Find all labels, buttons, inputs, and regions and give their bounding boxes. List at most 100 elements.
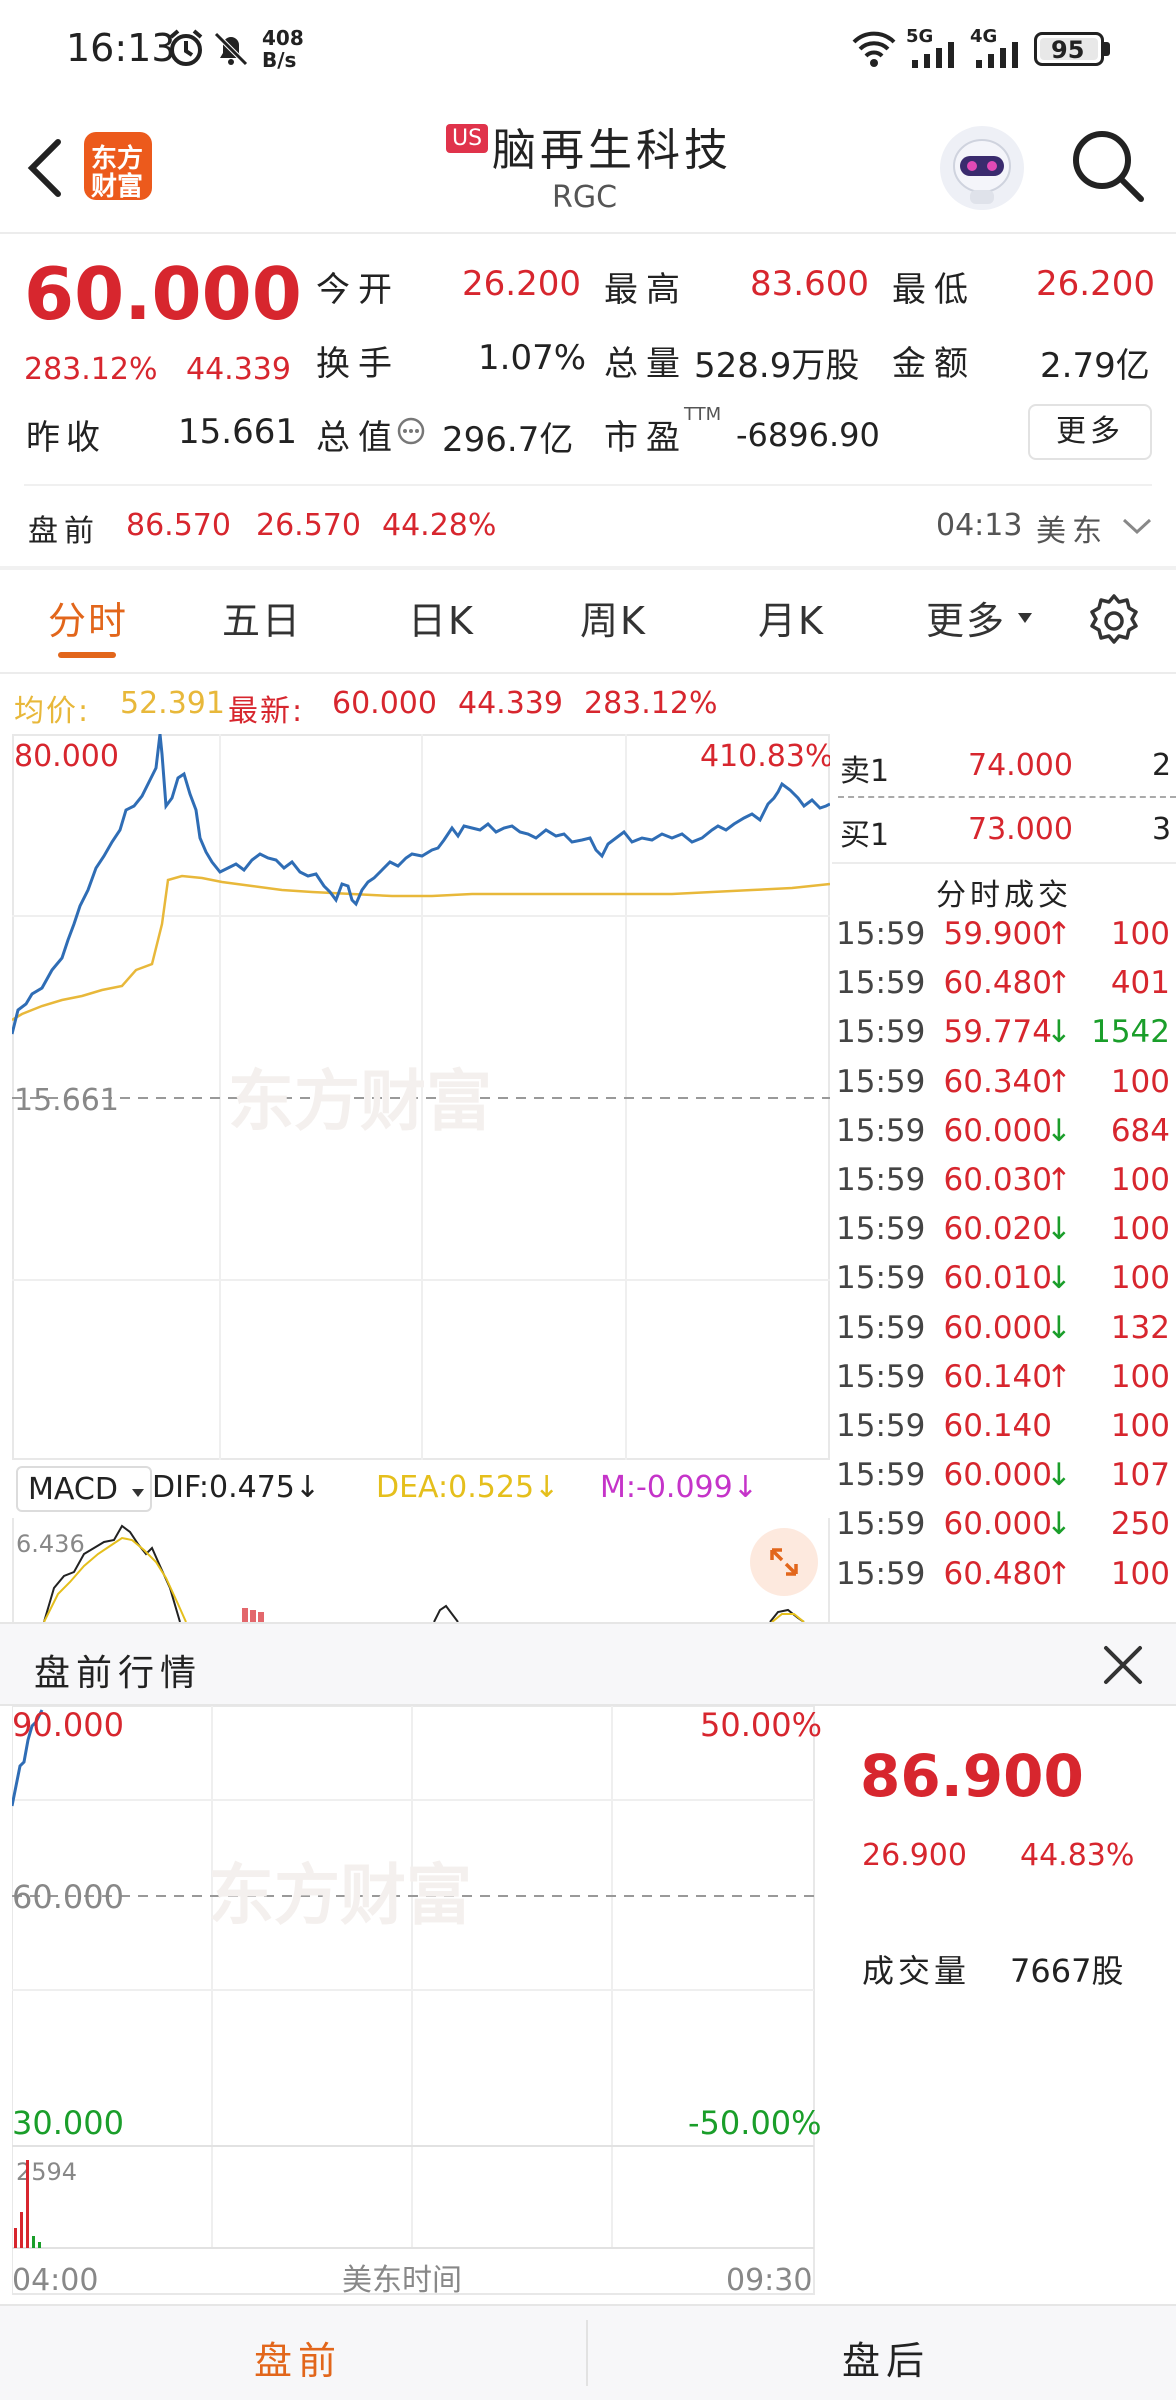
premarket-x-end: 09:30	[726, 2263, 812, 2298]
expand-chart-button[interactable]	[750, 1528, 818, 1596]
ticker: RGC	[552, 180, 618, 215]
premarket-x-start: 04:00	[12, 2263, 98, 2298]
tab-month-k[interactable]: 月K	[758, 590, 825, 645]
tab-week-k[interactable]: 周K	[580, 590, 647, 645]
buy1-price: 73.000	[968, 812, 1073, 847]
change-amount: 44.339	[186, 352, 291, 387]
battery-level: 95	[1051, 36, 1085, 64]
last-price-label: 最新:	[228, 694, 305, 729]
info-circle-icon[interactable]	[396, 416, 426, 450]
premarket-pct-top: 50.00%	[700, 1706, 822, 1744]
high-label: 最高	[604, 270, 688, 310]
macd-caret-icon	[130, 1484, 146, 1503]
chevron-down-icon[interactable]	[1120, 514, 1154, 542]
intraday-y-top: 80.000	[14, 739, 119, 774]
header: 东方 财富 US 脑再生科技 RGC	[0, 100, 1176, 232]
macd-header: MACD DIF:0.475↓ DEA:0.525↓ M:-0.099↓	[12, 1462, 830, 1518]
open-value: 26.200	[462, 264, 581, 304]
chart-tabs: 分时 五日 日K 周K 月K 更多	[0, 570, 1176, 672]
amount-value: 2.79亿	[1040, 346, 1150, 386]
chart-info-line: 均价: 52.391 最新: 60.000 44.339 283.12%	[0, 674, 1176, 734]
premarket-change-pct: 44.83%	[1020, 1838, 1135, 1873]
last-price-value: 60.000	[332, 686, 437, 721]
market-cap-label: 总值	[316, 418, 400, 458]
tab-more[interactable]: 更多	[926, 590, 1006, 645]
more-quote-label: 更多	[1056, 414, 1124, 449]
tab-premarket[interactable]: 盘前	[254, 2330, 342, 2385]
last-price: 60.000	[24, 252, 302, 336]
intraday-chart[interactable]: 东方财富 80.000 410.83% 15.661	[12, 734, 830, 1460]
wifi-icon	[850, 28, 898, 72]
signal-4g-icon	[974, 42, 1024, 72]
buy1-qty: 3	[1152, 812, 1172, 847]
premarket-line-change: 26.570	[256, 508, 361, 543]
more-quote-button[interactable]: 更多	[1028, 404, 1152, 460]
premarket-y-mid: 60.000	[12, 1878, 124, 1916]
avg-price-label: 均价:	[14, 694, 91, 729]
pe-value: -6896.90	[736, 416, 880, 454]
close-icon[interactable]	[1100, 1642, 1146, 1692]
turnover-label: 换手	[316, 344, 400, 384]
info-change-pct: 283.12%	[584, 686, 718, 721]
intraday-prev-close: 15.661	[14, 1083, 119, 1118]
mute-icon	[212, 30, 250, 72]
avg-price-value: 52.391	[120, 686, 225, 721]
market-badge: US	[446, 124, 489, 153]
tab-five-day[interactable]: 五日	[222, 590, 302, 645]
prev-close-label: 昨收	[26, 418, 106, 458]
premarket-panel-title: 盘前行情	[34, 1653, 203, 1694]
net-speed-unit: B/s	[262, 48, 297, 72]
intraday-chart-svg: 东方财富 80.000 410.83% 15.661	[12, 734, 830, 1460]
buy1-label: 买1	[840, 818, 890, 853]
macd-selector[interactable]: MACD	[16, 1466, 152, 1512]
premarket-y-bottom: 30.000	[12, 2104, 124, 2142]
macd-dif: DIF:0.475↓	[152, 1470, 321, 1505]
intraday-watermark: 东方财富	[228, 1063, 492, 1140]
premarket-watermark: 东方财富	[208, 1857, 472, 1934]
macd-dea: DEA:0.525↓	[376, 1470, 560, 1505]
amount-label: 金额	[892, 344, 976, 384]
pe-ttm-superscript: TTM	[684, 404, 722, 425]
tab-intraday[interactable]: 分时	[48, 590, 128, 645]
premarket-x-mid: 美东时间	[342, 2263, 462, 2298]
low-label: 最低	[892, 270, 976, 310]
premarket-line-change-pct: 44.28%	[382, 508, 497, 543]
sell1-price: 74.000	[968, 748, 1073, 783]
volume-label: 总量	[604, 344, 688, 384]
tab-afterhours[interactable]: 盘后	[842, 2330, 930, 2385]
macd-m: M:-0.099↓	[600, 1470, 758, 1505]
premarket-vol-max: 2594	[16, 2158, 77, 2186]
premarket-volume-label: 成交量	[862, 1952, 971, 1990]
high-value: 83.600	[750, 264, 869, 304]
premarket-line-tz: 美东	[1036, 514, 1108, 549]
signal-5g-icon	[910, 42, 960, 72]
prev-close-value: 15.661	[178, 412, 297, 452]
open-label: 今开	[316, 270, 400, 310]
sell1-label: 卖1	[840, 754, 890, 789]
order-book: 卖1 74.000 2 买1 73.000 3 分时成交	[832, 734, 1176, 1622]
tab-day-k[interactable]: 日K	[408, 590, 475, 645]
premarket-line-time: 04:13	[936, 508, 1023, 543]
back-icon[interactable]	[22, 136, 66, 204]
premarket-price: 86.900	[860, 1742, 1084, 1810]
battery-icon: 95	[1034, 32, 1104, 66]
pe-label: 市盈	[604, 418, 688, 458]
low-value: 26.200	[1036, 264, 1155, 304]
change-percent: 283.12%	[24, 352, 158, 387]
macd-chart-svg: 6.436	[16, 1524, 805, 1622]
net-speed-value: 408	[262, 26, 304, 50]
app-logo[interactable]: 东方 财富	[84, 132, 152, 202]
search-icon[interactable]	[1070, 128, 1146, 208]
settings-gear-icon[interactable]	[1086, 592, 1142, 652]
robot-avatar-icon[interactable]	[940, 126, 1024, 210]
macd-top-value: 6.436	[16, 1530, 85, 1558]
premarket-change: 26.900	[862, 1838, 967, 1873]
stock-name: 脑再生科技	[492, 125, 732, 176]
expand-icon	[770, 1548, 798, 1576]
premarket-chart-svg: 东方财富 90.000 50.00% 60.000 30.000 -50.00%…	[12, 1706, 822, 2298]
quote-panel: 60.000 283.12% 44.339 昨收 15.661 今开 26.20…	[0, 234, 1176, 564]
macd-chart: 6.436	[12, 1518, 830, 1622]
info-change: 44.339	[458, 686, 563, 721]
turnover-value: 1.07%	[478, 338, 587, 378]
sell1-qty: 2	[1152, 748, 1172, 783]
